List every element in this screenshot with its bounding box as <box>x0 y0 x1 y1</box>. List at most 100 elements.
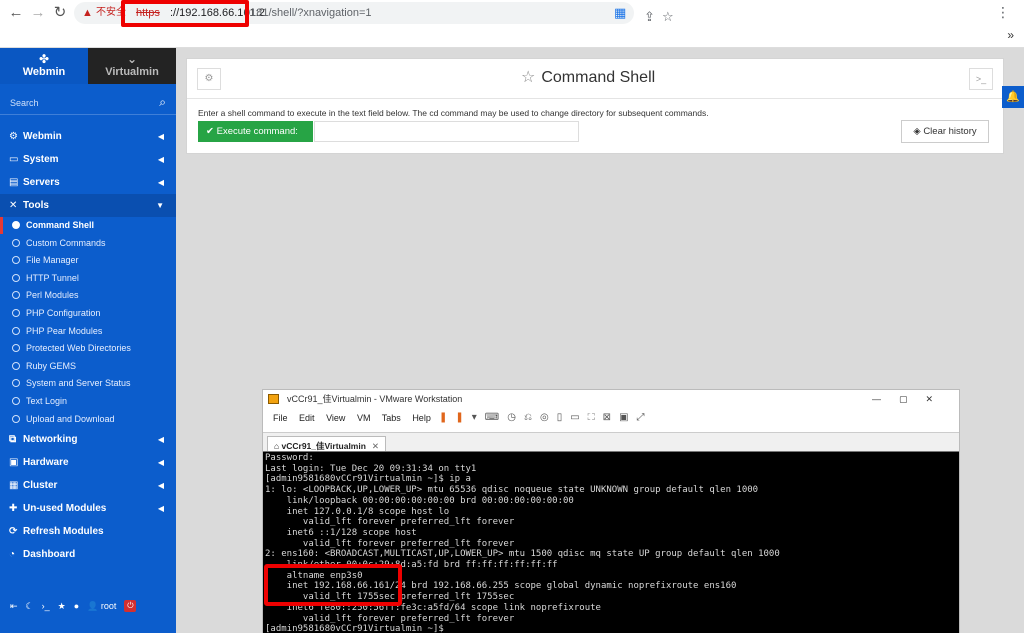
night-mode-icon[interactable]: ☾ <box>26 601 34 612</box>
console-view-icon[interactable]: ▣ <box>619 412 636 423</box>
sidebar-sub-ruby-gems[interactable]: Ruby GEMS <box>0 358 176 376</box>
pause-icon[interactable]: ❚❚ <box>439 412 472 423</box>
sidebar-sub-protected-web-directories[interactable]: Protected Web Directories <box>0 340 176 358</box>
sidebar-sub-command-shell[interactable]: Command Shell <box>0 217 176 235</box>
search-icon[interactable]: ⌕ <box>159 95 166 110</box>
forward-icon[interactable]: → <box>30 5 46 21</box>
bookmarks-more-icon[interactable]: » <box>1007 28 1014 42</box>
sidebar-sub-upload-download[interactable]: Upload and Download <box>0 411 176 429</box>
favorite-star-icon[interactable]: ☆ <box>521 69 535 86</box>
send-keys-icon[interactable]: ⌨ <box>485 412 507 423</box>
favorites-star-icon[interactable]: ★ <box>58 601 66 612</box>
bullet-icon <box>12 221 20 229</box>
collapse-icon[interactable]: ⇤ <box>10 601 18 612</box>
clear-history-button[interactable]: ◈ Clear history <box>901 120 989 143</box>
close-tab-icon[interactable]: ✕ <box>372 441 379 451</box>
tab-webmin[interactable]: ✤ Webmin <box>0 48 88 84</box>
sidebar-sub-label: Ruby GEMS <box>26 360 77 371</box>
logout-icon[interactable]: ⏻ <box>124 600 137 612</box>
home-icon: ⌂ <box>274 441 280 451</box>
terminal-line: valid_lft forever preferred_lft forever <box>265 613 515 624</box>
revert-icon[interactable]: ⎌ <box>524 412 540 423</box>
sidebar-item-system[interactable]: ▭ System ◀ <box>0 148 176 171</box>
webmin-logo-icon: ✤ <box>38 52 50 66</box>
manage-snapshots-icon[interactable]: ◎ <box>540 412 557 423</box>
sidebar-sub-php-pear-modules[interactable]: PHP Pear Modules <box>0 323 176 341</box>
notification-bell-icon[interactable]: 🔔 <box>1002 86 1024 108</box>
menu-kebab-icon[interactable]: ⋮ <box>996 4 1010 21</box>
caret-left-icon: ◀ <box>157 481 164 491</box>
translate-icon[interactable]: ▦ <box>614 5 626 21</box>
sidebar-item-refresh-modules[interactable]: ⟳ Refresh Modules <box>0 520 176 543</box>
hardware-icon: ▣ <box>9 457 19 469</box>
sidebar-item-cluster[interactable]: ▦ Cluster ◀ <box>0 474 176 497</box>
thumbnail-icon[interactable]: ▭ <box>570 412 587 423</box>
sidebar-sub-http-tunnel[interactable]: HTTP Tunnel <box>0 270 176 288</box>
terminal-line: inet6 ::1/128 scope host <box>265 527 417 538</box>
user-icon: 👤 <box>87 600 99 611</box>
menu-edit[interactable]: Edit <box>299 413 315 423</box>
sidebar-item-dashboard[interactable]: ◔ Dashboard <box>0 543 176 566</box>
caret-down-icon: ▼ <box>156 201 164 210</box>
sidebar-sub-perl-modules[interactable]: Perl Modules <box>0 287 176 305</box>
sidebar-tabs: ✤ Webmin ⌄ Virtualmin <box>0 48 176 84</box>
sidebar-sub-file-manager[interactable]: File Manager <box>0 252 176 270</box>
module-config-gear-icon[interactable]: ⚙ <box>197 68 221 90</box>
ip-highlight-annotation <box>264 564 402 606</box>
bullet-icon <box>12 361 20 370</box>
terminal-line: valid_lft forever preferred_lft forever <box>265 517 515 528</box>
search-input[interactable]: Search ⌕ <box>0 93 176 115</box>
sidebar-item-label: Cluster <box>23 480 58 492</box>
sidebar-item-servers[interactable]: ▤ Servers ◀ <box>0 171 176 194</box>
vmware-toolbar: ❚❚▾⌨◷⎌◎▯▭⛶⊠▣⤢ <box>439 408 653 428</box>
command-input[interactable] <box>314 121 579 142</box>
sidebar-item-networking[interactable]: ⧉ Networking ◀ <box>0 428 176 451</box>
sidebar-item-webmin[interactable]: ⚙ Webmin ◀ <box>0 125 176 148</box>
sidebar-sub-php-configuration[interactable]: PHP Configuration <box>0 305 176 323</box>
sidebar-sub-label: Command Shell <box>26 220 95 230</box>
unity-icon[interactable]: ⊠ <box>603 412 619 423</box>
dashboard-icon: ◔ <box>9 549 16 561</box>
sidebar-item-label: Refresh Modules <box>23 526 104 538</box>
dropdown-icon[interactable]: ▾ <box>472 412 485 423</box>
refresh-icon: ⟳ <box>9 526 18 538</box>
menu-help[interactable]: Help <box>412 413 431 423</box>
sidebar-item-unused-modules[interactable]: ✚ Un-used Modules ◀ <box>0 497 176 520</box>
monitor-icon: ▭ <box>9 154 19 165</box>
terminal-icon[interactable]: >_ <box>969 68 993 90</box>
user-button[interactable]: 👤 root <box>87 601 116 612</box>
sidebar-sub-custom-commands[interactable]: Custom Commands <box>0 235 176 253</box>
sidebar-sub-text-login[interactable]: Text Login <box>0 393 176 411</box>
sidebar-item-label: Webmin <box>23 131 62 142</box>
terminal-icon[interactable]: ›_ <box>42 601 50 611</box>
fullscreen-icon[interactable]: ⛶ <box>588 412 603 423</box>
sidebar-item-tools[interactable]: ✕ Tools ▼ <box>0 194 176 217</box>
execute-command-button[interactable]: ✔ Execute command: <box>198 121 313 142</box>
sidebar-item-hardware[interactable]: ▣ Hardware ◀ <box>0 451 176 474</box>
bullet-icon <box>12 414 20 423</box>
sidebar-sub-system-server-status[interactable]: System and Server Status <box>0 375 176 393</box>
menu-file[interactable]: File <box>273 413 288 423</box>
window-controls[interactable]: —▢✕ <box>872 390 951 408</box>
terminal-line: valid_lft forever preferred_lft forever <box>265 538 515 549</box>
share-icon[interactable]: ⇪ <box>644 6 655 28</box>
cluster-icon: ▦ <box>9 480 19 492</box>
sidebar-item-label: System <box>23 154 59 165</box>
stretch-icon[interactable]: ⤢ <box>637 412 653 423</box>
menu-tabs[interactable]: Tabs <box>382 413 401 423</box>
caret-left-icon: ◀ <box>157 458 164 468</box>
snapshot-icon[interactable]: ◷ <box>507 412 524 423</box>
theme-palette-icon[interactable]: ● <box>74 601 79 611</box>
tab-virtualmin[interactable]: ⌄ Virtualmin <box>88 48 176 84</box>
clear-history-label: Clear history <box>923 126 977 137</box>
sidebar-toggle-icon[interactable]: ▯ <box>557 412 571 423</box>
warning-icon: ▲ <box>82 7 93 19</box>
back-icon[interactable]: ← <box>8 5 24 21</box>
menu-view[interactable]: View <box>326 413 345 423</box>
menu-vm[interactable]: VM <box>357 413 371 423</box>
bullet-icon <box>12 238 20 247</box>
reload-icon[interactable]: ↻ <box>52 5 68 21</box>
bullet-icon <box>12 256 20 265</box>
vmware-logo-icon <box>268 394 279 404</box>
bookmark-star-icon[interactable]: ☆ <box>662 6 674 28</box>
